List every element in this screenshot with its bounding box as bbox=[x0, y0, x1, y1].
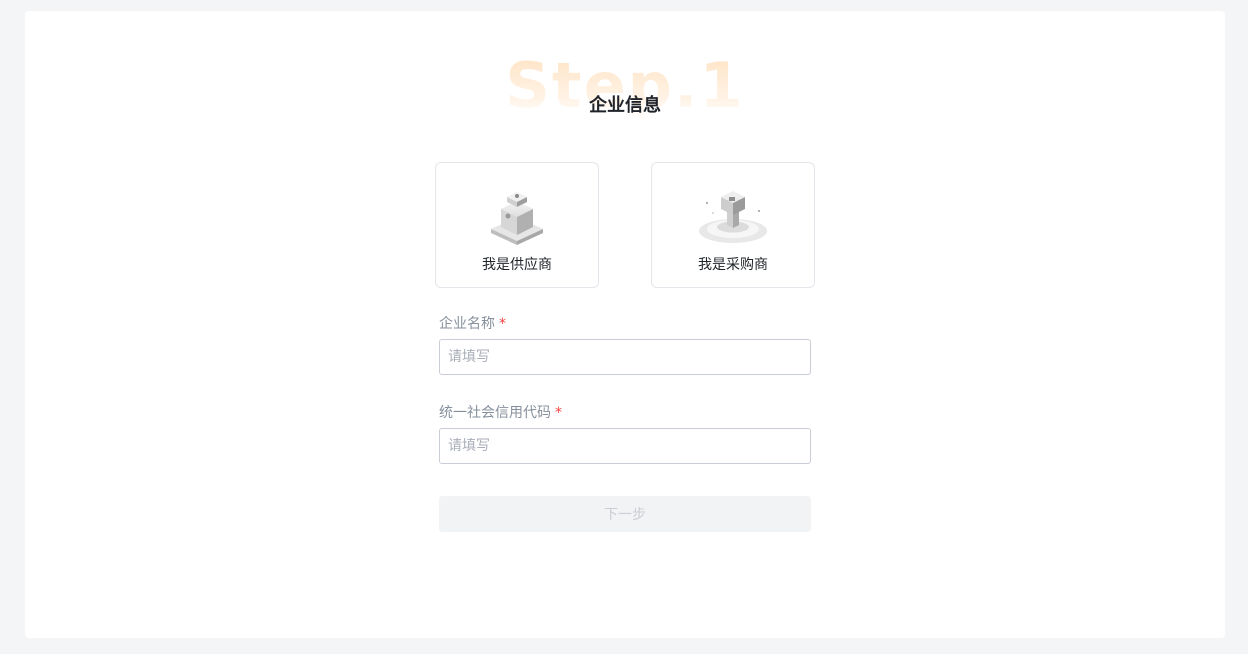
credit-code-label: 统一社会信用代码 * bbox=[439, 403, 811, 423]
supplier-role-card[interactable]: 我是供应商 bbox=[435, 162, 599, 288]
page-title: 企业信息 bbox=[589, 95, 661, 116]
required-mark: * bbox=[499, 316, 506, 332]
company-name-field-group: 企业名称 * bbox=[439, 314, 811, 375]
credit-code-input[interactable] bbox=[439, 428, 811, 464]
buyer-role-card[interactable]: 我是采购商 bbox=[651, 162, 815, 288]
credit-code-label-text: 统一社会信用代码 bbox=[439, 405, 551, 421]
next-step-button[interactable]: 下一步 bbox=[439, 496, 811, 532]
company-name-input[interactable] bbox=[439, 339, 811, 375]
supplier-illustration-icon bbox=[491, 192, 543, 245]
buyer-role-label: 我是采购商 bbox=[698, 257, 768, 273]
supplier-role-label: 我是供应商 bbox=[482, 257, 552, 273]
required-mark: * bbox=[555, 405, 562, 421]
main-card: Step.1 企业信息 我是供应商 我是采购商 企业名称 * 请填写 统一社会信… bbox=[25, 11, 1225, 638]
buyer-illustration-icon bbox=[699, 191, 767, 243]
company-name-label-text: 企业名称 bbox=[439, 316, 495, 332]
credit-code-field-group: 统一社会信用代码 * bbox=[439, 403, 811, 464]
step-header: Step.1 企业信息 bbox=[25, 53, 1225, 123]
company-name-label: 企业名称 * bbox=[439, 314, 811, 334]
role-selector: 我是供应商 我是采购商 bbox=[435, 162, 815, 288]
